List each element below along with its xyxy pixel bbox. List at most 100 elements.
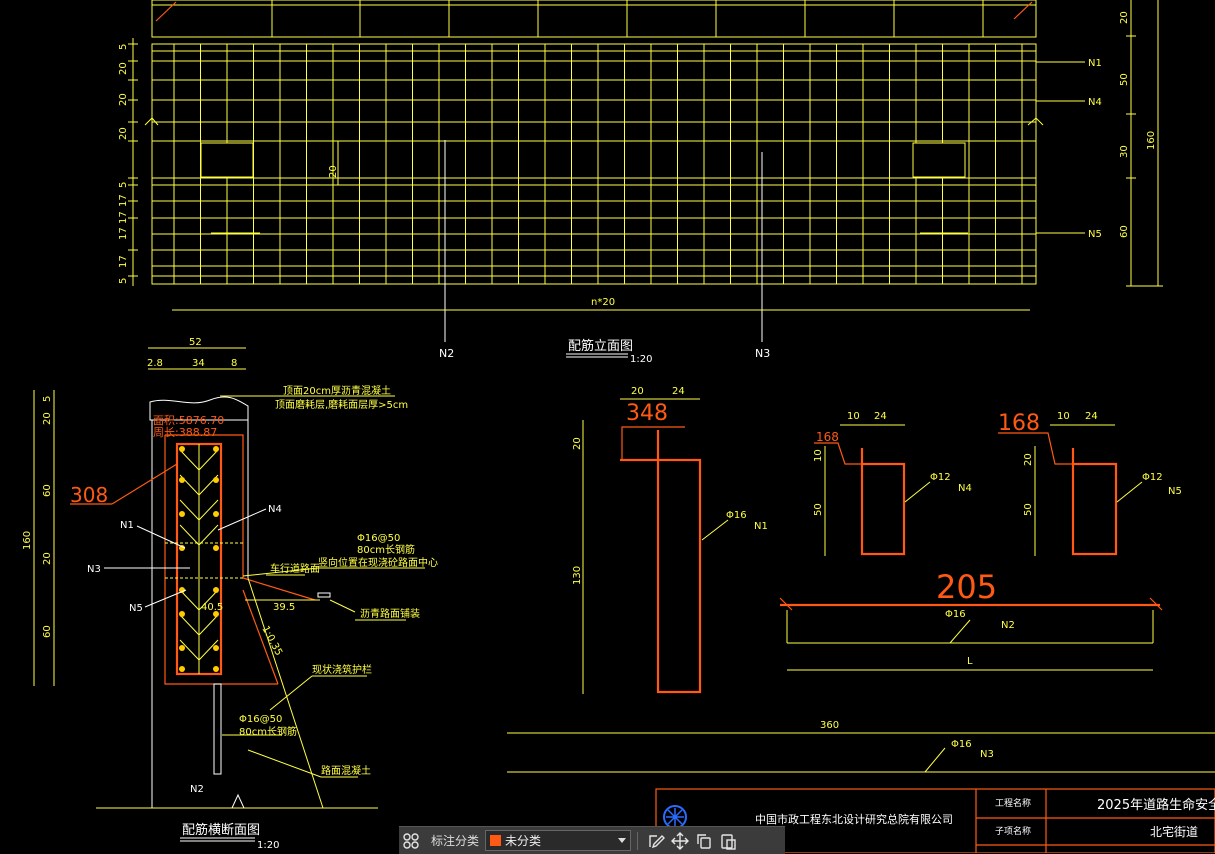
elev-dim-left-7: 17 xyxy=(118,227,129,240)
elev-dim-left-5: 17 xyxy=(118,194,129,207)
n4-spec: Φ12 xyxy=(930,472,951,483)
sec-callout-n4: N4 xyxy=(268,504,282,515)
sec-callout-n3: N3 xyxy=(87,564,101,575)
sec-callout-n5: N5 xyxy=(129,603,143,614)
elev-marker-n2: N2 xyxy=(439,347,454,360)
bar-detail-n1: 20 24 348 20 130 Φ16 N1 xyxy=(572,386,768,694)
cad-canvas[interactable]: 5 20 20 20 5 17 17 17 17 5 20 50 30 60 1… xyxy=(0,0,1215,853)
elev-dim-right-0: 20 xyxy=(1119,11,1130,24)
elev-dim-right-1: 50 xyxy=(1119,73,1130,86)
elev-dim-right-3: 60 xyxy=(1119,225,1130,238)
sec-rebar-note: 竖向位置在现浇砼路面中心 xyxy=(318,556,438,569)
n5-top-dim-1: 24 xyxy=(1085,411,1098,422)
bar-detail-n5: 10 24 168 20 50 Φ12 N5 xyxy=(998,411,1182,556)
n3-length: 360 xyxy=(820,720,839,731)
sec-bottom-spec-1: Φ16@50 xyxy=(239,714,282,725)
n1-top-dim-0: 20 xyxy=(631,386,644,397)
n4-top-dim-1: 24 xyxy=(874,411,887,422)
sec-note-top-1: 顶面20cm厚沥青混凝土 xyxy=(283,384,391,397)
elev-dim-left-3: 20 xyxy=(118,127,129,140)
edit-icon[interactable] xyxy=(644,829,668,853)
elevation-title: 配筋立面图 xyxy=(568,338,633,354)
sec-layer-1: 沥青路面铺装 xyxy=(360,607,420,620)
annotation-category-select[interactable]: 未分类 xyxy=(485,830,632,851)
sec-dim-left-1: 20 xyxy=(42,412,53,425)
bar-detail-n2: 205 Φ16 N2 L xyxy=(779,568,1163,671)
elev-callout-n4: N4 xyxy=(1088,97,1102,108)
section-view: 52 2.8 34 8 面积:5876.70 周长:388.87 308 5 2… xyxy=(22,337,438,851)
n4-id: N4 xyxy=(958,483,972,494)
n5-spec: Φ12 xyxy=(1142,472,1163,483)
n2-length: L xyxy=(967,656,973,667)
n1-big-label: 348 xyxy=(626,401,668,426)
n5-left-dim-1: 50 xyxy=(1023,503,1034,516)
chevron-down-icon xyxy=(618,838,627,843)
sec-callout-n2: N2 xyxy=(190,784,204,795)
n4-big-label: 168 xyxy=(816,430,839,444)
company-logo-icon xyxy=(663,805,687,829)
bar-detail-n4: 10 24 168 10 50 Φ12 N4 xyxy=(813,411,972,556)
sec-rebar-spec-1: Φ16@50 xyxy=(357,533,400,544)
project-label: 工程名称 xyxy=(995,797,1031,809)
sec-layer-2: 现状浇筑护栏 xyxy=(312,663,372,676)
sec-overall-height: 160 xyxy=(22,531,33,550)
toolbar-divider xyxy=(637,831,639,850)
elev-dim-left-1: 20 xyxy=(118,62,129,75)
sec-dim-left-0: 5 xyxy=(42,396,53,402)
paste-icon[interactable] xyxy=(716,829,740,853)
n4-top-dim-0: 10 xyxy=(847,411,860,422)
n4-left-dim-0: 10 xyxy=(813,449,824,462)
n5-left-dim-0: 20 xyxy=(1023,453,1034,466)
elev-callout-n1: N1 xyxy=(1088,58,1102,69)
sec-dim-b: 39.5 xyxy=(273,602,295,613)
move-icon[interactable] xyxy=(668,829,692,853)
sec-dim-left-3: 20 xyxy=(42,552,53,565)
sub-label: 子项名称 xyxy=(995,825,1031,837)
sec-rebar-spec-2: 80cm长钢筋 xyxy=(357,543,415,556)
elev-callout-n5: N5 xyxy=(1088,229,1102,240)
bar-detail-n3: 360 Φ16 N3 xyxy=(507,720,1215,773)
elev-dim-left-2: 20 xyxy=(118,93,129,106)
n3-spec: Φ16 xyxy=(951,739,972,750)
n2-id: N2 xyxy=(1001,620,1015,631)
elev-dim-left-8: 17 xyxy=(118,255,129,268)
sec-note-top-2: 顶面磨耗层,磨耗面层厚>5cm xyxy=(275,399,408,411)
n5-big-label: 168 xyxy=(998,411,1040,436)
elev-dim-left-0: 5 xyxy=(118,44,129,50)
sub-value: 北宅街道 xyxy=(1150,824,1198,839)
sec-road-label: 车行道路面 xyxy=(270,562,320,575)
n4-left-dim-1: 50 xyxy=(813,503,824,516)
project-value: 2025年道路生命安全防护 xyxy=(1097,797,1215,813)
sec-dim-left-2: 60 xyxy=(42,484,53,497)
elev-dim-right-total: 160 xyxy=(1146,131,1157,150)
sec-perimeter-label: 周长:388.87 xyxy=(153,426,217,439)
sec-top-total: 52 xyxy=(189,337,202,348)
sec-dim-a: 40.5 xyxy=(201,602,223,613)
n2-big-label: 205 xyxy=(936,568,997,606)
n1-spec: Φ16 xyxy=(726,510,747,521)
elev-length-label: n*20 xyxy=(591,297,615,308)
elev-dim-left-6: 17 xyxy=(118,211,129,224)
section-scale: 1:20 xyxy=(257,840,279,851)
grid-icon[interactable] xyxy=(399,829,423,853)
elev-small-dim: 20 xyxy=(328,165,339,178)
n5-top-dim-0: 10 xyxy=(1057,411,1070,422)
category-selected-value: 未分类 xyxy=(505,834,542,848)
elev-dim-left-9: 5 xyxy=(118,278,129,284)
sec-top-part-0: 2.8 xyxy=(147,358,163,369)
sec-layer-3: 路面混凝土 xyxy=(321,764,371,777)
elevation-scale: 1:20 xyxy=(630,354,652,365)
elev-dim-left-4: 5 xyxy=(118,182,129,188)
n1-left-dim-0: 20 xyxy=(572,437,583,450)
section-title: 配筋横断面图 xyxy=(182,822,260,838)
sec-dim-left-4: 60 xyxy=(42,625,53,638)
n1-top-dim-1: 24 xyxy=(672,386,685,397)
sec-top-part-1: 34 xyxy=(192,358,205,369)
sec-slope: 1:0.35 xyxy=(259,624,284,657)
company-name: 中国市政工程东北设计研究总院有限公司 xyxy=(755,812,953,826)
sec-bottom-spec-2: 80cm长钢筋 xyxy=(239,725,297,738)
n1-id: N1 xyxy=(754,521,768,532)
copy-icon[interactable] xyxy=(692,829,716,853)
n2-spec: Φ16 xyxy=(945,609,966,620)
elev-marker-n3: N3 xyxy=(755,347,770,360)
